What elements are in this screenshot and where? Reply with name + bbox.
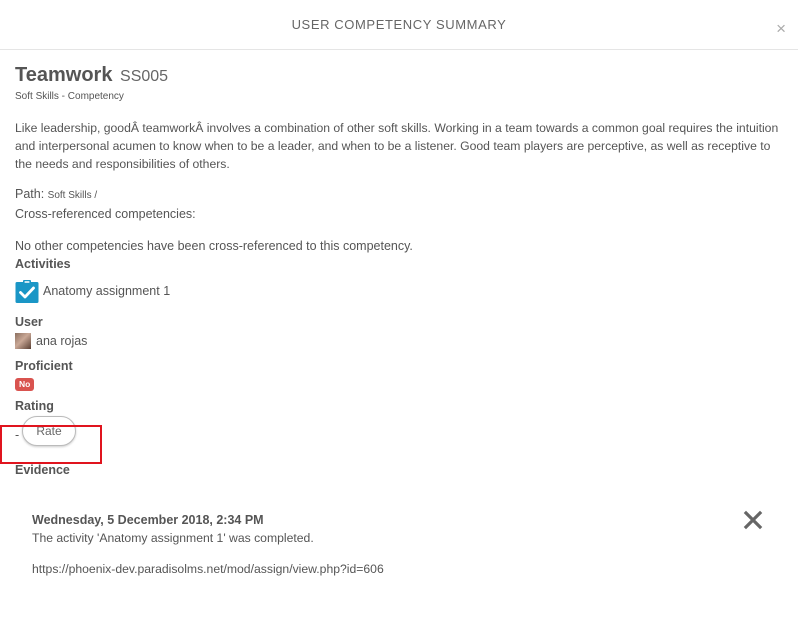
avatar[interactable]: [15, 333, 31, 349]
path-value: Soft Skills /: [47, 190, 98, 201]
user-info: ana rojas: [15, 333, 785, 349]
activity-link[interactable]: Anatomy assignment 1: [43, 284, 170, 298]
proficient-value: No: [15, 376, 785, 391]
competency-idnumber: SS005: [120, 68, 169, 85]
competency-title: Teamwork SS005: [15, 62, 785, 90]
competency-path: Path: Soft Skills /: [15, 185, 785, 205]
evidence-description: The activity 'Anatomy assignment 1' was …: [32, 531, 314, 545]
competency-framework: Soft Skills - Competency: [15, 91, 124, 102]
status-badge: No: [15, 378, 35, 391]
evidence-heading: Evidence: [15, 463, 70, 477]
rating-heading: Rating: [15, 399, 54, 413]
user-heading: User: [15, 315, 43, 329]
activity-item[interactable]: Anatomy assignment 1: [15, 279, 785, 303]
rating-row: - Rate: [15, 416, 785, 454]
delete-icon[interactable]: [743, 510, 763, 530]
cross-referenced-label: Cross-referenced competencies:: [15, 207, 196, 221]
proficient-heading: Proficient: [15, 359, 73, 373]
competency-name: Teamwork: [15, 64, 113, 86]
evidence-item: Wednesday, 5 December 2018, 2:34 PM The …: [32, 512, 772, 577]
evidence-date: Wednesday, 5 December 2018, 2:34 PM: [32, 513, 264, 527]
rating-value: -: [15, 428, 20, 442]
cross-referenced-empty: No other competencies have been cross-re…: [15, 239, 413, 253]
modal-title: USER COMPETENCY SUMMARY: [291, 17, 507, 32]
evidence-url[interactable]: https://phoenix-dev.paradisolms.net/mod/…: [32, 561, 772, 577]
competency-description: Like leadership, goodÂ teamworkÂ involve…: [15, 121, 779, 171]
rate-button[interactable]: Rate: [22, 416, 76, 446]
assignment-icon: [15, 280, 39, 303]
modal-header: USER COMPETENCY SUMMARY ×: [0, 0, 798, 50]
activities-heading: Activities: [15, 257, 71, 271]
close-icon[interactable]: ×: [776, 20, 786, 37]
user-name[interactable]: ana rojas: [36, 334, 87, 348]
competency-summary: Teamwork SS005 Soft Skills - Competency …: [15, 62, 785, 479]
path-label: Path:: [15, 187, 45, 201]
